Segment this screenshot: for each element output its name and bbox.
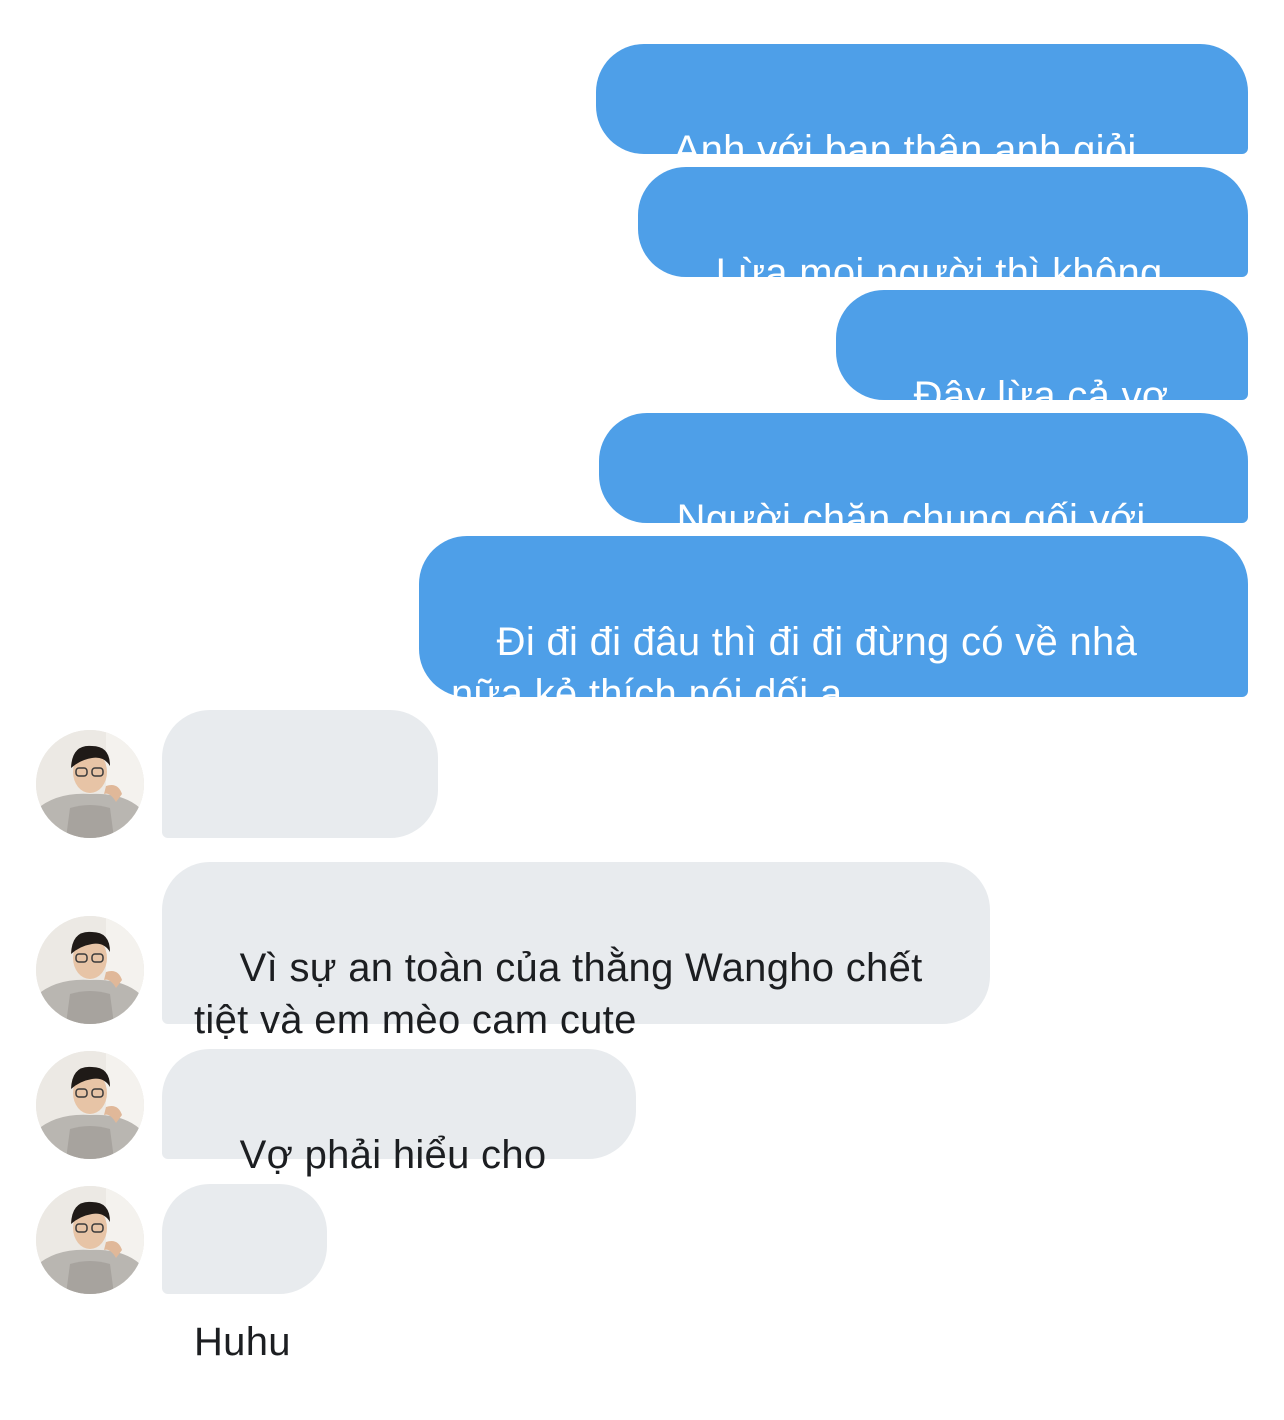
contact-avatar[interactable] [36, 916, 144, 1024]
incoming-message-bubble[interactable]: Huhu [162, 1184, 327, 1364]
avatar-photo-icon [36, 1051, 144, 1159]
contact-avatar[interactable] [36, 1051, 144, 1159]
avatar-photo-icon [36, 730, 144, 838]
avatar-photo-icon [36, 916, 144, 1024]
contact-avatar[interactable] [36, 1186, 144, 1294]
incoming-message-bubble[interactable] [162, 710, 438, 901]
outgoing-message-bubble[interactable]: Anh với bạn thân anh giỏi thật [596, 44, 1248, 224]
contact-avatar[interactable] [36, 730, 144, 838]
message-text: Huhu [194, 1320, 291, 1364]
message-text: Vì sự an toàn của thằng Wangho chết tiệt… [194, 946, 934, 1042]
outgoing-message-bubble[interactable]: Đây lừa cả vợ anh [836, 290, 1248, 470]
incoming-message-bubble[interactable]: Vì sự an toàn của thằng Wangho chết tiệt… [162, 862, 990, 1042]
outgoing-message-bubble[interactable]: Đi đi đi đâu thì đi đi đừng có về nhà nữ… [419, 536, 1248, 716]
incoming-message-bubble[interactable]: Vợ phải hiểu cho anh [162, 1049, 636, 1229]
outgoing-message-bubble[interactable]: Lừa mọi người thì không nói [638, 167, 1248, 347]
message-thread: Anh với bạn thân anh giỏi thật Lừa mọi n… [0, 0, 1284, 1364]
message-text: Đi đi đi đâu thì đi đi đừng có về nhà nữ… [451, 620, 1149, 716]
avatar-photo-icon [36, 1186, 144, 1294]
outgoing-message-bubble[interactable]: Người chăn chung gối với anh [599, 413, 1248, 593]
